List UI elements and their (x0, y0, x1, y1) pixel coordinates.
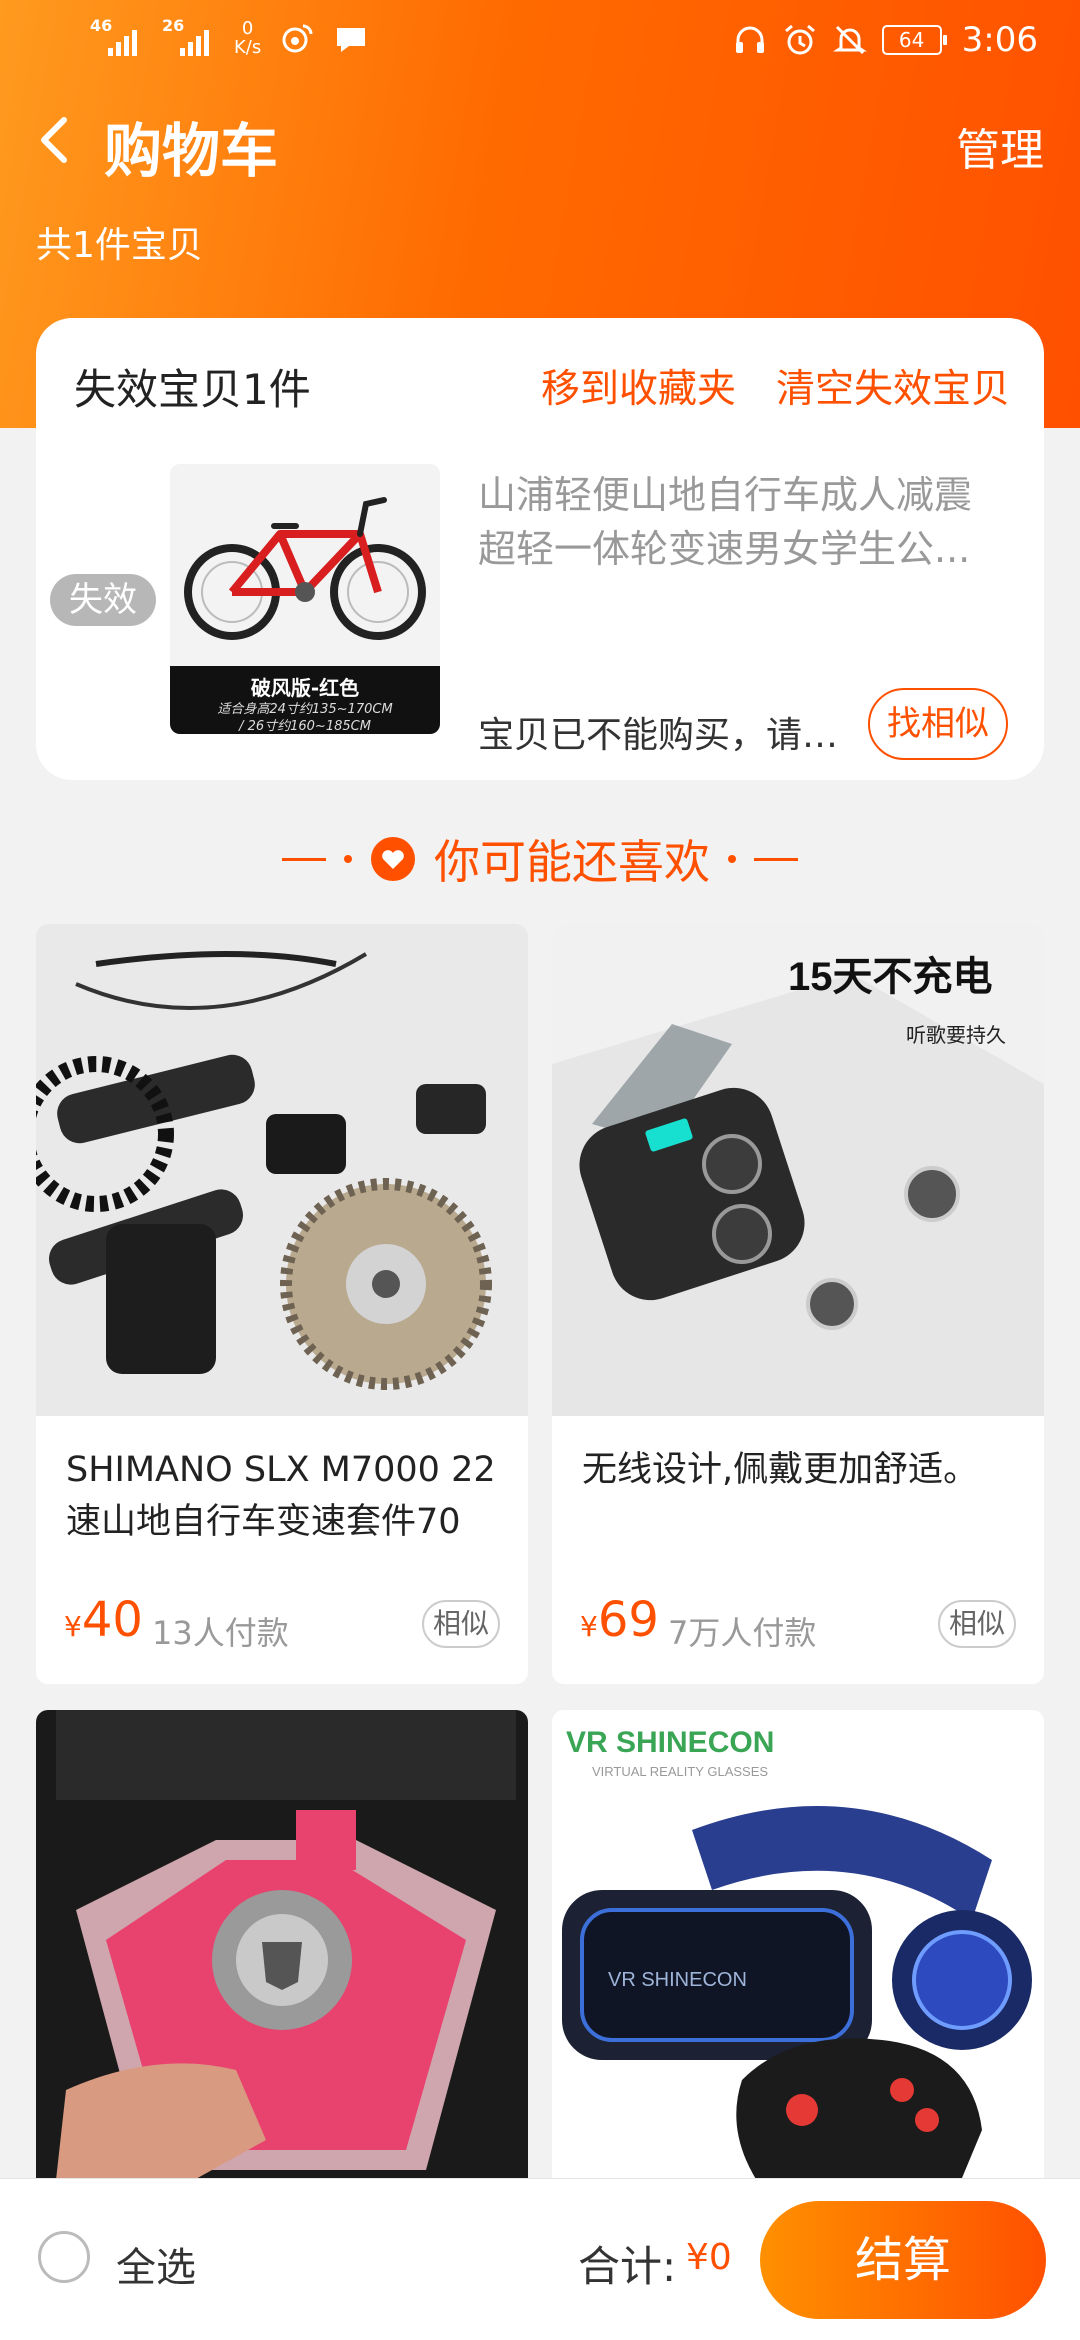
checkout-bar: 全选 合计: ¥0 结算 (0, 2178, 1080, 2340)
image-headline: 15天不充电 (788, 955, 993, 999)
clear-invalid-button[interactable]: 清空失效宝贝 (776, 358, 1010, 414)
clock: 3:06 (961, 20, 1038, 60)
product-image-motorcycle-tank (36, 1710, 528, 2202)
bicycle-image (170, 464, 440, 666)
battery-icon: 64 (881, 25, 947, 55)
product-card[interactable]: VR SHINECON VIRTUAL REALITY GLASSES VR S… (552, 1710, 1044, 2202)
invalid-item-image[interactable]: 破风版-红色 适合身高24寸约135~170CM / 26寸约160~185CM (170, 464, 440, 734)
similar-button[interactable]: 相似 (422, 1600, 500, 1648)
select-all-checkbox[interactable] (38, 2231, 90, 2283)
find-similar-button[interactable]: 找相似 (868, 688, 1008, 760)
mute-icon (832, 25, 867, 55)
item-count: 共1件宝贝 (36, 225, 203, 266)
invalid-actions: 移到收藏夹 清空失效宝贝 (541, 358, 1010, 414)
product-price: ¥69 (580, 1592, 659, 1648)
product-card[interactable]: SHIMANO SLX M7000 22速山地自行车变速套件70 ¥40 13人… (36, 924, 528, 1684)
product-card[interactable] (36, 1710, 528, 2202)
status-bar: 46 26 0 K/s 64 3:06 (0, 0, 1080, 84)
page-title: 购物车 (104, 117, 279, 185)
invalid-heading: 失效宝贝1件 (74, 365, 311, 414)
move-to-favorites-button[interactable]: 移到收藏夹 (541, 358, 736, 414)
product-image-bike-parts (36, 924, 528, 1416)
product-paid-count: 7万人付款 (668, 1614, 817, 1652)
image-tagline: 听歌要持久 (906, 1024, 1006, 1047)
headset-icon (735, 26, 764, 53)
signal-icon: 46 (90, 18, 144, 58)
product-price: ¥40 (64, 1592, 143, 1648)
weibo-icon (282, 24, 313, 53)
back-icon[interactable] (30, 110, 80, 170)
select-all-label[interactable]: 全选 (116, 2235, 196, 2293)
recommendation-heading: 你可能还喜欢 (434, 835, 710, 889)
product-name: 无线设计,佩戴更加舒适。 (582, 1450, 979, 1490)
total-value: ¥0 (686, 2237, 732, 2278)
invalid-item-note: 宝贝已不能购买，请联... (478, 715, 864, 756)
total-label: 合计: (578, 2242, 677, 2291)
similar-button[interactable]: 相似 (938, 1600, 1016, 1648)
checkout-button[interactable]: 结算 (760, 2201, 1046, 2319)
product-image-vr-headset: VR SHINECON VIRTUAL REALITY GLASSES VR S… (552, 1710, 1044, 2202)
product-card[interactable]: 15天不充电 听歌要持久 无线设计,佩戴更加舒适。 ¥69 7万人付款 相似 (552, 924, 1044, 1684)
image-brand: VR SHINECON (566, 1726, 774, 1759)
alarm-icon (784, 24, 815, 55)
invalid-tag: 失效 (50, 574, 156, 626)
network-speed: 0 K/s (234, 18, 262, 58)
headset-label: VR SHINECON (608, 1969, 747, 1991)
product-image-earbuds: 15天不充电 听歌要持久 (552, 924, 1044, 1416)
message-icon (337, 28, 366, 52)
invalid-item-name[interactable]: 山浦轻便山地自行车成人减震超轻一体轮变速男女学生公... (478, 468, 1008, 576)
invalid-items-card: 失效宝贝1件 移到收藏夹 清空失效宝贝 失效 破风版-红色 适合身高24寸约13… (36, 318, 1044, 780)
signal-icon-2: 26 (162, 18, 216, 58)
product-name: SHIMANO SLX M7000 22速山地自行车变速套件70 (66, 1450, 496, 1542)
product-paid-count: 13人付款 (152, 1614, 289, 1652)
heart-icon (371, 837, 415, 881)
manage-button[interactable]: 管理 (956, 114, 1044, 178)
recommendation-title: 你可能还喜欢 (0, 820, 1080, 898)
image-subbrand: VIRTUAL REALITY GLASSES (592, 1764, 768, 1779)
